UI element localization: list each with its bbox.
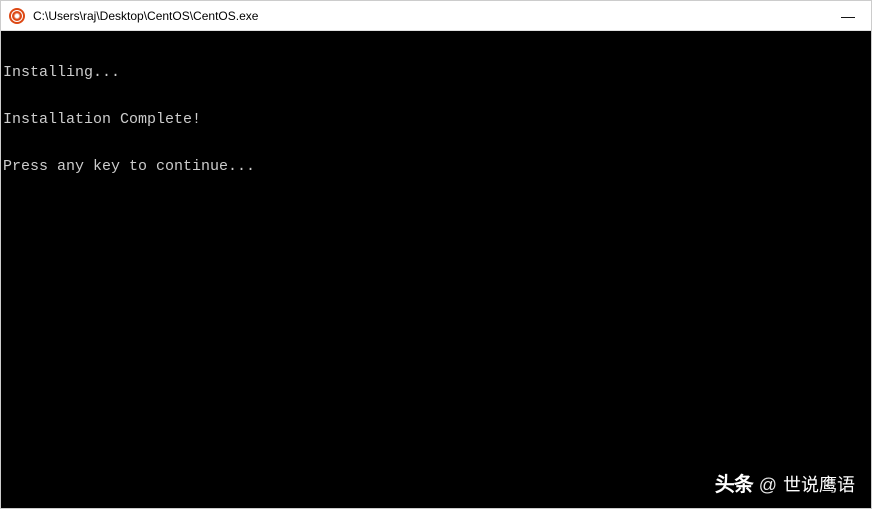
watermark-author: 世说鹰语 bbox=[783, 476, 855, 495]
minimize-button[interactable]: — bbox=[825, 1, 871, 31]
titlebar[interactable]: C:\Users\raj\Desktop\CentOS\CentOS.exe — bbox=[1, 1, 871, 31]
console-line: Installing... bbox=[3, 65, 871, 81]
window-controls: — bbox=[825, 1, 871, 30]
console-line: Installation Complete! bbox=[3, 112, 871, 128]
watermark-brand: 头条 bbox=[715, 475, 753, 496]
watermark: 头条 @ 世说鹰语 bbox=[715, 475, 855, 496]
console-window: C:\Users\raj\Desktop\CentOS\CentOS.exe —… bbox=[0, 0, 872, 509]
ubuntu-icon bbox=[9, 8, 25, 24]
watermark-at: @ bbox=[759, 476, 777, 495]
console-output[interactable]: Installing... Installation Complete! Pre… bbox=[1, 31, 871, 508]
window-title: C:\Users\raj\Desktop\CentOS\CentOS.exe bbox=[33, 9, 258, 23]
console-line: Press any key to continue... bbox=[3, 159, 871, 175]
